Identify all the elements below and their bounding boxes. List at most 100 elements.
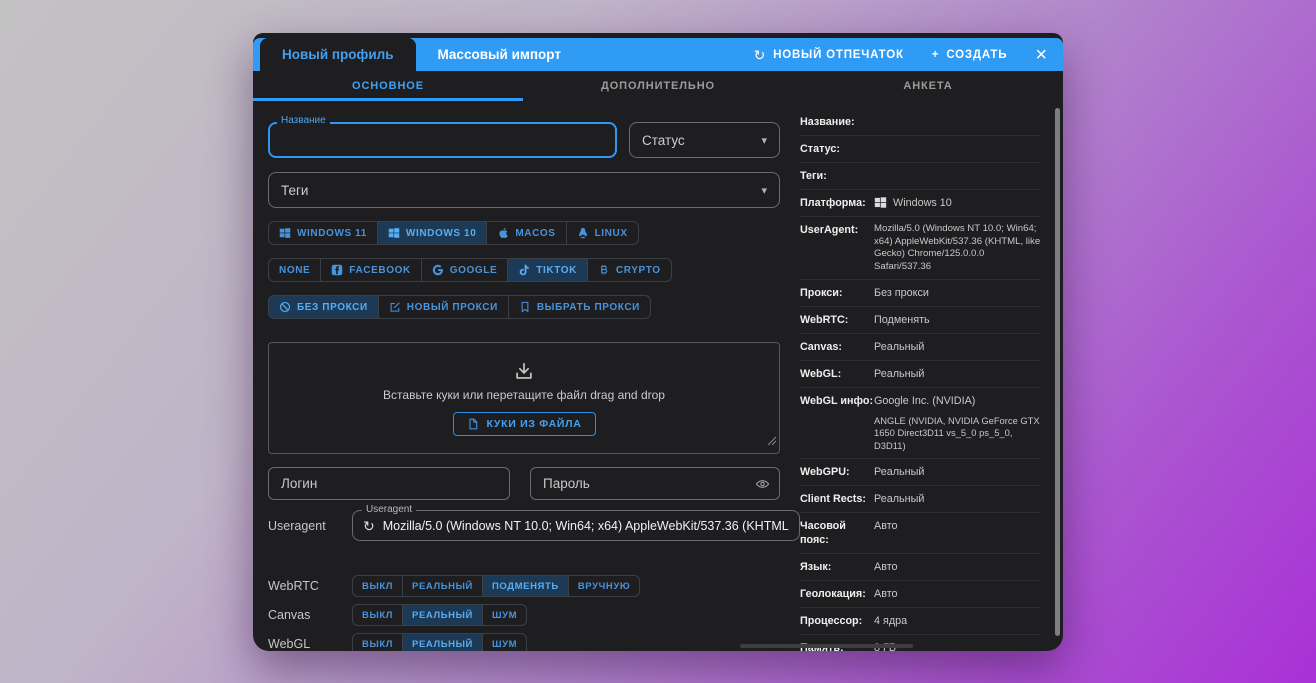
platform-option-label: NONE	[279, 265, 310, 276]
summary-row-platform: Платформа:Windows 10	[800, 190, 1041, 217]
summary-row-client-rects: Client Rects:Реальный	[800, 486, 1041, 513]
facebook-icon	[331, 264, 343, 276]
platform-option-crypto[interactable]: CRYPTO	[588, 258, 672, 282]
horizontal-scrollbar[interactable]	[740, 644, 913, 648]
summary-row-proxy: Прокси:Без прокси	[800, 280, 1041, 307]
cookies-dropzone[interactable]: Вставьте куки или перетащите файл drag a…	[268, 342, 780, 454]
summary-row-webrtc: WebRTC:Подменять	[800, 307, 1041, 334]
summary-label-webgl: WebGL:	[800, 367, 874, 381]
google-icon	[432, 264, 444, 276]
summary-row-tags: Теги:	[800, 163, 1041, 190]
summary-row-webgl-info: WebGL инфо:Google Inc. (NVIDIA)ANGLE (NV…	[800, 388, 1041, 459]
platform-option-facebook[interactable]: FACEBOOK	[321, 258, 421, 282]
summary-label-client-rects: Client Rects:	[800, 492, 874, 506]
platform-option-tiktok[interactable]: TIKTOK	[508, 258, 588, 282]
canvas-option-real[interactable]: РЕАЛЬНЫЙ	[403, 604, 483, 626]
platform-option-google[interactable]: GOOGLE	[422, 258, 509, 282]
tab-mass-import[interactable]: Массовый импорт	[416, 38, 583, 71]
refresh-icon[interactable]: ↻	[363, 519, 375, 533]
profile-name-input[interactable]	[268, 122, 617, 158]
summary-label-webrtc: WebRTC:	[800, 313, 874, 327]
create-button[interactable]: + СОЗДАТЬ	[932, 49, 1008, 61]
webrtc-option-manual[interactable]: ВРУЧНУЮ	[569, 575, 640, 597]
summary-value-timezone: Авто	[874, 519, 1041, 533]
os-option-label: WINDOWS 11	[297, 228, 367, 239]
proxy-option-no-proxy[interactable]: БЕЗ ПРОКСИ	[268, 295, 379, 319]
summary-label-tags: Теги:	[800, 169, 874, 183]
proxy-option-label: БЕЗ ПРОКСИ	[297, 302, 368, 313]
webgl-option-real[interactable]: РЕАЛЬНЫЙ	[403, 633, 483, 651]
cookies-from-file-button[interactable]: КУКИ ИЗ ФАЙЛА	[453, 412, 596, 436]
plus-icon: +	[932, 49, 940, 61]
resize-grip-icon[interactable]	[767, 433, 777, 451]
canvas-option-off[interactable]: ВЫКЛ	[352, 604, 403, 626]
download-icon	[513, 361, 535, 383]
new-fingerprint-label: НОВЫЙ ОТПЕЧАТОК	[773, 49, 904, 61]
proxy-option-choose-proxy[interactable]: ВЫБРАТЬ ПРОКСИ	[509, 295, 651, 319]
summary-label-cpu: Процессор:	[800, 614, 874, 628]
os-option-windows-11[interactable]: WINDOWS 11	[268, 221, 378, 245]
profile-name-field: Название	[268, 122, 617, 158]
summary-row-language: Язык:Авто	[800, 554, 1041, 581]
webrtc-option-off[interactable]: ВЫКЛ	[352, 575, 403, 597]
useragent-value: Mozilla/5.0 (Windows NT 10.0; Win64; x64…	[383, 519, 789, 533]
canvas-button-group: ВЫКЛРЕАЛЬНЫЙШУМ	[352, 604, 527, 626]
tab-new-profile[interactable]: Новый профиль	[260, 38, 416, 71]
summary-value-client-rects: Реальный	[874, 492, 1041, 506]
new-profile-dialog: Новый профиль Массовый импорт ↻ НОВЫЙ ОТ…	[253, 33, 1063, 651]
webrtc-option-spoof[interactable]: ПОДМЕНЯТЬ	[483, 575, 569, 597]
status-select-value: Статус	[642, 133, 685, 148]
summary-label-status: Статус:	[800, 142, 874, 156]
file-icon	[467, 418, 479, 430]
new-fingerprint-button[interactable]: ↻ НОВЫЙ ОТПЕЧАТОК	[754, 48, 904, 62]
canvas-option-noise[interactable]: ШУМ	[483, 604, 527, 626]
tab-additional[interactable]: ДОПОЛНИТЕЛЬНО	[523, 71, 793, 101]
summary-row-useragent: UserAgent:Mozilla/5.0 (Windows NT 10.0; …	[800, 217, 1041, 280]
eye-icon[interactable]	[755, 476, 770, 491]
platform-option-label: CRYPTO	[616, 265, 661, 276]
tab-questionnaire[interactable]: АНКЕТА	[793, 71, 1063, 101]
tags-select[interactable]: Теги ▾	[268, 172, 780, 208]
summary-value-webrtc: Подменять	[874, 313, 1041, 327]
dialog-titlebar: Новый профиль Массовый импорт ↻ НОВЫЙ ОТ…	[253, 38, 1063, 71]
titlebar-actions: ↻ НОВЫЙ ОТПЕЧАТОК + СОЗДАТЬ ×	[754, 38, 1063, 71]
os-option-label: WINDOWS 10	[406, 228, 476, 239]
crypto-icon	[598, 264, 610, 276]
desktop-background: { "colors":{"accent":"#2f9bf4","modal_bg…	[0, 0, 1316, 683]
webgl-option-off[interactable]: ВЫКЛ	[352, 633, 403, 651]
section-tabs: ОСНОВНОЕ ДОПОЛНИТЕЛЬНО АНКЕТА	[253, 71, 1063, 101]
useragent-field[interactable]: Useragent ↻ Mozilla/5.0 (Windows NT 10.0…	[352, 510, 800, 541]
useragent-field-label: Useragent	[362, 504, 416, 516]
platform-option-none[interactable]: NONE	[268, 258, 321, 282]
fingerprint-toggle-rows: WebRTCВЫКЛРЕАЛЬНЫЙПОДМЕНЯТЬВРУЧНУЮCanvas…	[268, 575, 780, 651]
tab-main[interactable]: ОСНОВНОЕ	[253, 71, 523, 101]
windows-icon	[388, 227, 400, 239]
summary-label-proxy: Прокси:	[800, 286, 874, 300]
proxy-option-new-proxy[interactable]: НОВЫЙ ПРОКСИ	[379, 295, 509, 319]
os-option-windows-10[interactable]: WINDOWS 10	[378, 221, 487, 245]
webgl-label: WebGL	[268, 637, 352, 651]
platform-option-label: TIKTOK	[536, 265, 577, 276]
platform-option-label: GOOGLE	[450, 265, 498, 276]
create-label: СОЗДАТЬ	[946, 49, 1007, 61]
summary-row-name: Название:	[800, 109, 1041, 136]
webgl-option-noise[interactable]: ШУМ	[483, 633, 527, 651]
login-input[interactable]	[268, 467, 510, 500]
summary-scrollbar[interactable]	[1055, 108, 1060, 636]
os-option-macos[interactable]: MACOS	[487, 221, 566, 245]
password-input[interactable]	[530, 467, 780, 500]
password-field	[530, 467, 780, 500]
summary-value-webgl-info: Google Inc. (NVIDIA)ANGLE (NVIDIA, NVIDI…	[874, 394, 1041, 452]
close-icon[interactable]: ×	[1035, 45, 1047, 65]
webrtc-option-real[interactable]: РЕАЛЬНЫЙ	[403, 575, 483, 597]
summary-label-webgl-info: WebGL инфо:	[800, 394, 874, 408]
status-select[interactable]: Статус ▾	[629, 122, 780, 158]
summary-row-timezone: Часовой пояс:Авто	[800, 513, 1041, 554]
summary-label-timezone: Часовой пояс:	[800, 519, 874, 547]
webgl-button-group: ВЫКЛРЕАЛЬНЫЙШУМ	[352, 633, 527, 651]
proxy-button-group: БЕЗ ПРОКСИ НОВЫЙ ПРОКСИВЫБРАТЬ ПРОКСИ	[268, 295, 651, 319]
summary-label-webgpu: WebGPU:	[800, 465, 874, 479]
summary-label-canvas: Canvas:	[800, 340, 874, 354]
os-option-linux[interactable]: LINUX	[567, 221, 639, 245]
summary-value2-webgl-info: ANGLE (NVIDIA, NVIDIA GeForce GTX 1650 D…	[874, 415, 1041, 452]
